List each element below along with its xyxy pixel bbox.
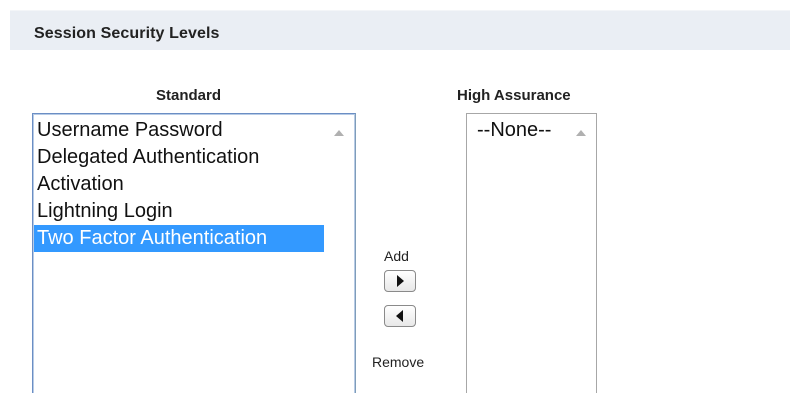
section-title: Session Security Levels	[34, 25, 220, 42]
standard-option-delegated-authentication[interactable]: Delegated Authentication	[34, 144, 324, 171]
remove-label: Remove	[372, 354, 425, 370]
add-label: Add	[384, 248, 409, 264]
standard-option-username-password[interactable]: Username Password	[34, 117, 324, 144]
high-assurance-label: High Assurance	[457, 87, 571, 104]
high-assurance-listbox[interactable]: --None--	[466, 113, 597, 393]
standard-option-two-factor-authentication[interactable]: Two Factor Authentication	[34, 225, 324, 252]
standard-label: Standard	[156, 87, 222, 104]
session-security-page: Session Security Levels Standard High As…	[0, 0, 790, 393]
standard-option-lightning-login[interactable]: Lightning Login	[34, 198, 324, 225]
scroll-up-arrow-icon[interactable]	[334, 130, 344, 136]
standard-options: Username Password Delegated Authenticati…	[34, 117, 324, 252]
scroll-up-arrow-icon[interactable]	[576, 130, 586, 136]
add-button[interactable]	[384, 270, 416, 292]
standard-option-activation[interactable]: Activation	[34, 171, 324, 198]
right-arrow-icon	[397, 275, 404, 287]
high-assurance-options: --None--	[474, 117, 551, 144]
standard-listbox[interactable]: Username Password Delegated Authenticati…	[32, 113, 356, 393]
remove-button[interactable]	[384, 305, 416, 327]
section-header: Session Security Levels	[10, 10, 790, 50]
left-arrow-icon	[396, 310, 403, 322]
high-assurance-option-none[interactable]: --None--	[474, 117, 551, 144]
